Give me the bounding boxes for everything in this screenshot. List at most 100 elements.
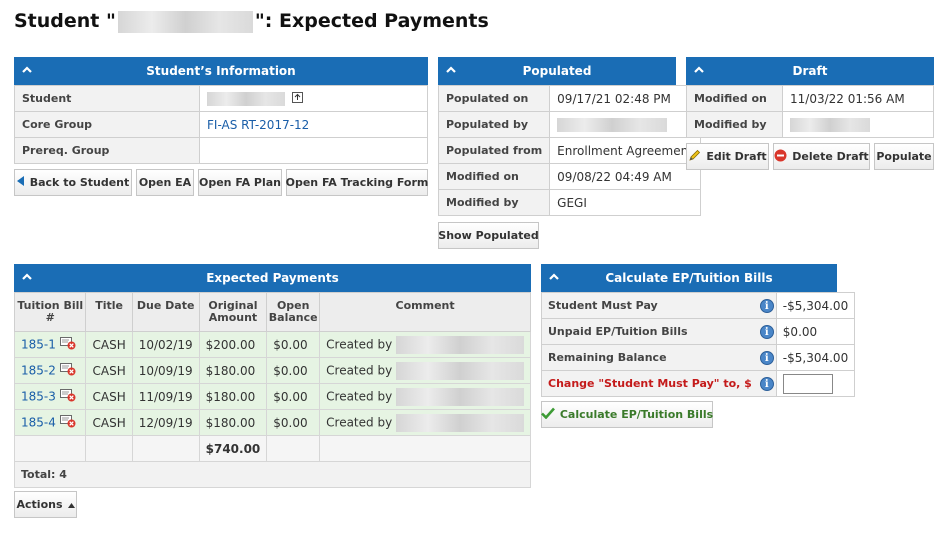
total-row: Total: 4: [14, 461, 531, 488]
back-to-student-button[interactable]: Back to Student: [14, 169, 132, 196]
col-tuition-bill[interactable]: Tuition Bill #: [13, 292, 87, 332]
core-group-link[interactable]: FI-AS RT-2017-12: [207, 118, 309, 132]
draft-table: Modified on 11/03/22 01:56 AM Modified by: [686, 85, 934, 138]
show-populated-button[interactable]: Show Populated: [438, 222, 539, 249]
total-count: Total: 4: [14, 461, 531, 488]
collapse-chevron-icon[interactable]: [446, 65, 456, 75]
page-title-suffix: ": Expected Payments: [254, 10, 489, 32]
populated-header[interactable]: Populated: [438, 57, 676, 85]
expected-payments-table: Tuition Bill # Title Due Date Original A…: [13, 292, 531, 488]
draft-title: Draft: [792, 64, 828, 78]
open-fa-plan-label: Open FA Plan: [198, 176, 282, 189]
student-info-title: Student’s Information: [146, 64, 296, 78]
comment-text: Created by: [326, 415, 393, 429]
row-original-amount: $180.00: [198, 383, 268, 410]
open-fa-tracking-form-button[interactable]: Open FA Tracking Form: [286, 169, 428, 196]
page-title-prefix: Student ": [14, 10, 116, 32]
row-comment: Created by: [319, 383, 531, 410]
col-comment[interactable]: Comment: [319, 292, 531, 332]
open-ea-button[interactable]: Open EA: [136, 169, 194, 196]
row-due-date: 11/09/19: [131, 383, 200, 410]
populated-on-label: Populated on: [437, 85, 551, 112]
open-ea-label: Open EA: [138, 176, 192, 189]
core-group-label: Core Group: [14, 111, 200, 138]
edit-draft-button[interactable]: Edit Draft: [686, 143, 769, 170]
pencil-icon: [688, 149, 701, 165]
student-info-header[interactable]: Student’s Information: [14, 57, 428, 85]
info-icon[interactable]: i: [759, 377, 774, 391]
bill-delete-icon[interactable]: [59, 336, 76, 353]
calculate-header[interactable]: Calculate EP/Tuition Bills: [541, 264, 837, 292]
modified-by-label: Modified by: [437, 189, 551, 216]
actions-dropdown-button[interactable]: Actions: [14, 491, 77, 518]
draft-modified-on-value: 11/03/22 01:56 AM: [782, 85, 934, 112]
redacted-student-link[interactable]: [207, 91, 285, 106]
show-populated-label: Show Populated: [438, 229, 539, 242]
student-value[interactable]: [199, 85, 428, 112]
tuition-bill-link[interactable]: 185-4: [21, 415, 56, 429]
expected-payments-title: Expected Payments: [206, 271, 339, 285]
col-due-date[interactable]: Due Date: [131, 292, 200, 332]
row-title: CASH: [85, 357, 133, 384]
student-info-panel: Student’s Information Student Core Group…: [14, 57, 428, 164]
row-original-amount: $200.00: [198, 331, 268, 358]
collapse-chevron-icon[interactable]: [22, 65, 32, 75]
comment-text: Created by: [326, 363, 393, 377]
change-must-pay-input[interactable]: [782, 373, 833, 394]
draft-panel: Draft Modified on 11/03/22 01:56 AM Modif…: [686, 57, 934, 138]
change-must-pay-label: Change "Student Must Pay" to, $: [540, 370, 758, 397]
info-icon[interactable]: i: [759, 299, 774, 313]
delete-draft-button[interactable]: Delete Draft: [773, 143, 870, 170]
prereq-group-label: Prereq. Group: [14, 137, 200, 164]
page-title: Student " ": Expected Payments: [14, 10, 489, 33]
row-comment: Created by: [319, 331, 531, 358]
info-icon[interactable]: i: [759, 325, 774, 339]
row-open-balance: $0.00: [266, 357, 321, 384]
info-icon[interactable]: i: [759, 351, 774, 365]
row-open-balance: $0.00: [266, 331, 321, 358]
prereq-group-value: [199, 137, 428, 164]
student-must-pay-label: Student Must Pay: [540, 292, 758, 319]
calculate-bills-button[interactable]: Calculate EP/Tuition Bills: [540, 401, 713, 428]
table-row: 185-1 CASH 10/02/19 $200.00 $0.00 Create…: [13, 331, 531, 358]
row-original-amount: $180.00: [198, 409, 268, 436]
lock-icon[interactable]: [291, 91, 303, 106]
col-title[interactable]: Title: [85, 292, 133, 332]
collapse-chevron-icon[interactable]: [22, 272, 32, 282]
sum-original-amount: $740.00: [198, 435, 268, 462]
caret-up-icon: [67, 498, 75, 511]
col-open-balance[interactable]: Open Balance: [266, 292, 321, 332]
row-comment: Created by: [319, 409, 531, 436]
redacted-comment: [396, 361, 524, 380]
row-original-amount: $180.00: [198, 357, 268, 384]
bill-delete-icon[interactable]: [59, 414, 76, 431]
modified-on-label: Modified on: [437, 163, 551, 190]
back-arrow-icon: [16, 176, 25, 189]
student-must-pay-value: -$5,304.00: [775, 292, 856, 319]
populate-button[interactable]: Populate: [874, 143, 934, 170]
redacted-populated-by: [557, 117, 668, 132]
delete-draft-label: Delete Draft: [792, 150, 869, 163]
remaining-balance-value: -$5,304.00: [775, 344, 856, 371]
row-open-balance: $0.00: [266, 383, 321, 410]
col-original-amount[interactable]: Original Amount: [198, 292, 268, 332]
bill-delete-icon[interactable]: [59, 362, 76, 379]
tuition-bill-link[interactable]: 185-2: [21, 363, 56, 377]
expected-payments-header[interactable]: Expected Payments: [14, 264, 531, 292]
row-due-date: 10/09/19: [131, 357, 200, 384]
back-to-student-label: Back to Student: [29, 176, 130, 189]
tuition-bill-link[interactable]: 185-3: [21, 389, 56, 403]
row-title: CASH: [85, 383, 133, 410]
comment-text: Created by: [326, 389, 393, 403]
calculate-panel: Calculate EP/Tuition Bills Student Must …: [540, 264, 856, 397]
bill-delete-icon[interactable]: [59, 388, 76, 405]
draft-header[interactable]: Draft: [686, 57, 934, 85]
populated-by-label: Populated by: [437, 111, 551, 138]
collapse-chevron-icon[interactable]: [549, 272, 559, 282]
open-fa-plan-button[interactable]: Open FA Plan: [198, 169, 282, 196]
open-fa-tracking-label: Open FA Tracking Form: [285, 176, 429, 189]
populated-table: Populated on 09/17/21 02:48 PM Populated …: [437, 85, 701, 216]
collapse-chevron-icon[interactable]: [694, 65, 704, 75]
draft-modified-on-label: Modified on: [686, 85, 783, 112]
tuition-bill-link[interactable]: 185-1: [21, 337, 56, 351]
